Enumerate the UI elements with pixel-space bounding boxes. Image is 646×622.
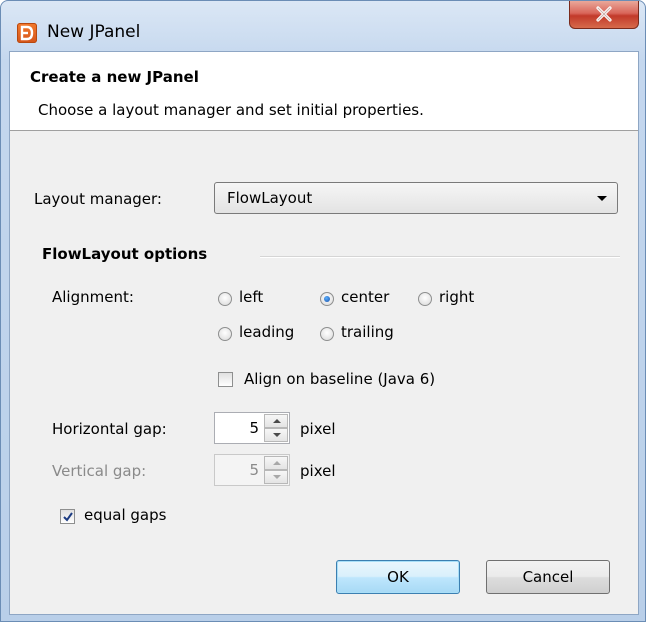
horizontal-gap-value[interactable]: 5 [249,419,259,437]
spinner-up-button [264,456,288,470]
close-icon [596,6,612,22]
dialog-content: Create a new JPanel Choose a layout mana… [9,51,639,615]
radio-left-label[interactable]: left [239,288,263,306]
spinner-buttons [264,414,288,442]
header-title: Create a new JPanel [30,68,199,86]
close-button[interactable] [569,1,639,29]
horizontal-gap-label: Horizontal gap: [52,420,167,438]
horizontal-gap-spinner[interactable]: 5 [214,412,290,444]
radio-leading-label[interactable]: leading [239,323,294,341]
title-bar[interactable]: New JPanel [1,1,645,51]
window-title: New JPanel [47,22,141,42]
spinner-up-button[interactable] [264,414,288,428]
spinner-down-button[interactable] [264,428,288,442]
header-subtitle: Choose a layout manager and set initial … [38,101,424,119]
radio-center[interactable] [320,292,334,306]
radio-left[interactable] [218,292,232,306]
spinner-buttons-disabled [264,456,288,484]
align-baseline-checkbox[interactable] [218,372,233,387]
dialog-window: New JPanel Create a new JPanel Choose a … [0,0,646,622]
radio-trailing-label[interactable]: trailing [341,323,394,341]
align-baseline-label[interactable]: Align on baseline (Java 6) [244,370,435,388]
radio-right[interactable] [418,292,432,306]
section-divider [260,256,620,258]
chevron-down-icon [597,196,607,201]
radio-trailing[interactable] [320,327,334,341]
radio-leading[interactable] [218,327,232,341]
section-title: FlowLayout options [42,245,216,263]
vertical-gap-spinner: 5 [214,454,290,486]
alignment-label: Alignment: [52,288,134,306]
equal-gaps-checkbox[interactable] [60,509,75,524]
layout-manager-value: FlowLayout [227,189,313,207]
app-logo-icon [17,23,37,43]
checkmark-icon [63,512,73,522]
vertical-gap-value: 5 [249,461,259,479]
ok-button[interactable]: OK [336,560,460,594]
horizontal-gap-unit: pixel [300,420,336,438]
equal-gaps-label[interactable]: equal gaps [84,506,166,524]
layout-manager-label: Layout manager: [34,190,162,208]
vertical-gap-label: Vertical gap: [52,462,147,480]
dialog-header: Create a new JPanel Choose a layout mana… [10,52,638,131]
radio-right-label[interactable]: right [439,288,474,306]
vertical-gap-unit: pixel [300,462,336,480]
radio-center-label[interactable]: center [341,288,389,306]
cancel-button[interactable]: Cancel [486,560,610,594]
layout-manager-select[interactable]: FlowLayout [214,182,618,214]
spinner-down-button [264,470,288,484]
